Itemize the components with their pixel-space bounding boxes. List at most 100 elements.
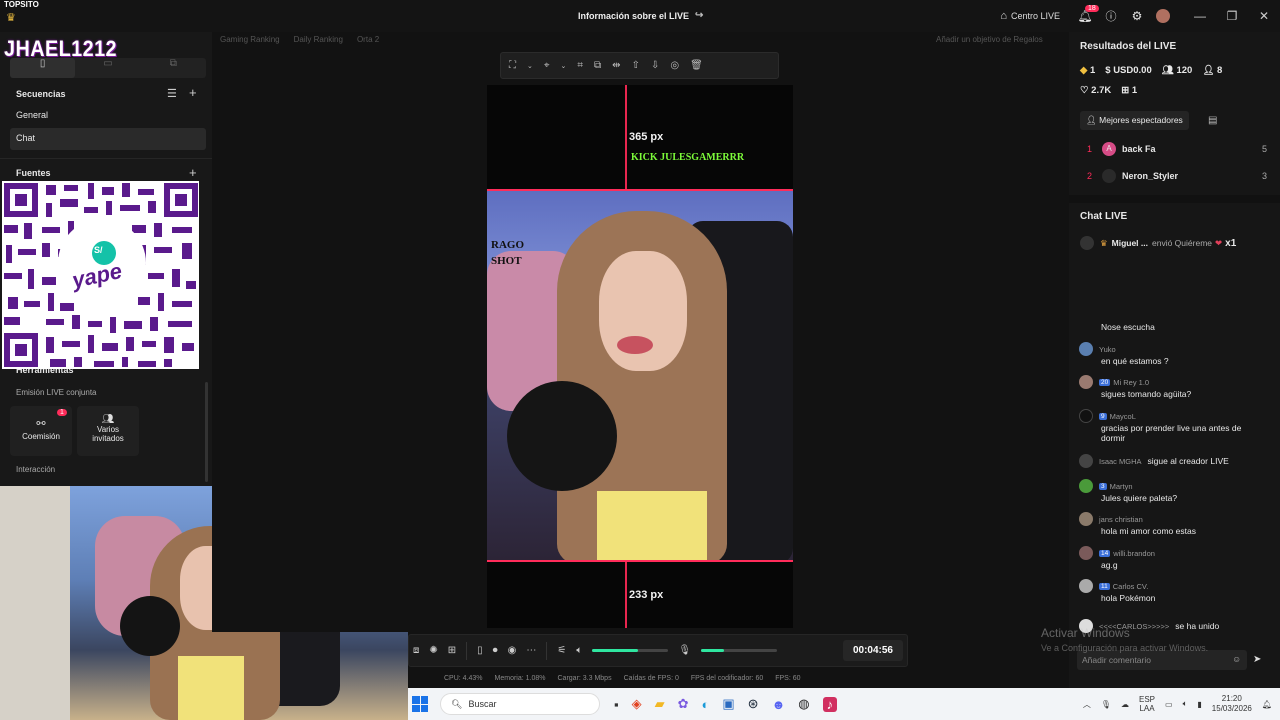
minimize-button[interactable]: —	[1184, 9, 1216, 23]
settings-gear-icon[interactable]: ⚙	[1124, 9, 1150, 23]
record-icon[interactable]: ⏺	[493, 645, 498, 656]
kick-overlay-text: KICK JULESGAMERRR	[631, 152, 745, 163]
help-icon[interactable]: ⓘ	[1098, 8, 1124, 24]
volume-icon[interactable]: 🔈︎	[1183, 699, 1188, 709]
layer-up-icon[interactable]: ⇧	[632, 60, 640, 71]
notification-bell-icon[interactable]: 🔔︎	[1262, 700, 1272, 709]
effects-icon[interactable]: ✺	[429, 645, 437, 656]
bottom-guide-line	[625, 562, 627, 628]
ranking-chips: Gaming Ranking Daily Ranking Orta 2	[220, 35, 379, 44]
chip-orta[interactable]: Orta 2	[357, 35, 379, 44]
more-icon[interactable]: ⋯	[526, 645, 536, 656]
add-media-icon[interactable]: ⊞	[448, 645, 456, 656]
multi-layout-tab[interactable]: ⧉	[141, 58, 206, 78]
copilot-icon[interactable]: ✿	[678, 696, 689, 712]
message-text: ag.g	[1101, 560, 1118, 570]
control-bar: ⧈ ✺ ⊞ ▯ ⏺ ◉ ⋯ ⚟ 🔈︎ 🎙︎ 00:04:56	[408, 634, 908, 667]
avatar	[1079, 342, 1093, 356]
comment-input[interactable]: Añadir comentario ☺	[1077, 650, 1247, 670]
mic-slider[interactable]	[701, 649, 778, 652]
chat-message[interactable]: 14 willi.brandon ag.g	[1079, 546, 1264, 570]
steam-icon[interactable]: ⊛	[748, 696, 759, 712]
chip-gaming-ranking[interactable]: Gaming Ranking	[220, 35, 280, 44]
folder-icon[interactable]: ▰	[655, 696, 665, 712]
list-icon[interactable]: ☰	[167, 87, 177, 100]
taskbar-search[interactable]: 🔍︎ Buscar	[440, 693, 600, 715]
brave-icon[interactable]: ◈	[632, 696, 642, 712]
cohost-button[interactable]: ⚯ Coemisión 1	[10, 406, 72, 456]
user-avatar[interactable]	[1156, 9, 1170, 23]
chevron-down-icon[interactable]: ⌄	[527, 62, 533, 70]
position-icon[interactable]: ⌖	[544, 60, 550, 71]
volume-slider[interactable]	[592, 649, 669, 652]
mixer-icon[interactable]: ⚟	[557, 645, 566, 656]
crop-icon[interactable]: ⌗	[577, 60, 583, 71]
chevron-down-icon[interactable]: ⌄	[561, 62, 567, 70]
centro-live-button[interactable]: ⌂ Centro LIVE	[1000, 10, 1060, 22]
multi-guest-button[interactable]: 👥︎ Varios invitados	[77, 406, 139, 456]
document-icon[interactable]: ▤	[1208, 115, 1217, 126]
language-indicator[interactable]: ESP LAA	[1139, 695, 1155, 713]
cloud-icon[interactable]: ☁	[1121, 700, 1129, 709]
obs-icon[interactable]: ◍	[798, 696, 809, 712]
chat-message[interactable]: 3 Martyn Jules quiere paleta?	[1079, 479, 1264, 503]
add-sequence-icon[interactable]: +	[189, 85, 197, 100]
selected-video-source[interactable]: RAGO SHOT	[487, 189, 793, 562]
store-icon[interactable]: ▣	[722, 696, 734, 712]
notifications-button[interactable]: 🔔︎ 18	[1072, 5, 1099, 23]
windows-start-icon[interactable]	[412, 696, 428, 712]
diamond-icon: ◆	[1080, 65, 1088, 76]
network-icon[interactable]: ▭	[1165, 700, 1173, 709]
followers-stat: 👤︎ 8	[1202, 65, 1223, 76]
top-viewer-row[interactable]: 2 Neron_Styler 3	[1087, 169, 1267, 183]
task-view-icon[interactable]: ▪	[614, 697, 619, 712]
live-info-title: Información sobre el LIVE	[578, 10, 690, 21]
screen-record-icon[interactable]: ⧈	[413, 645, 419, 656]
filter-icon[interactable]: ◎	[670, 60, 679, 71]
avatar	[1079, 546, 1093, 560]
clock[interactable]: 21:20 15/03/2026	[1212, 694, 1252, 714]
top-viewer-row[interactable]: 1 A back Fa 5	[1087, 142, 1267, 156]
top-viewers-tab[interactable]: 👤︎ Mejores espectadores	[1080, 111, 1189, 130]
add-gift-goal-chip[interactable]: Añadir un objetivo de Regalos	[936, 35, 1043, 44]
message-text: gracias por prender live una antes de do…	[1101, 423, 1242, 443]
chevron-up-icon[interactable]: ︿	[1083, 699, 1091, 710]
edge-icon[interactable]: ◐	[702, 697, 710, 712]
mic-tray-icon[interactable]: 🎙︎	[1101, 700, 1111, 709]
battery-icon[interactable]: ▮	[1197, 700, 1201, 709]
discord-icon[interactable]: ☻	[772, 697, 786, 712]
message-user: Yuko	[1099, 344, 1116, 354]
add-user-icon: 👤︎	[1202, 65, 1215, 76]
activation-watermark-text: Ve a Configuración para activar Windows.	[1041, 643, 1209, 653]
chat-message[interactable]: 9 MaycoL gracias por prender live una ant…	[1079, 409, 1264, 443]
fit-icon[interactable]: ⛶	[509, 60, 516, 71]
sequence-item-chat[interactable]: Chat	[10, 128, 206, 150]
chip-daily-ranking[interactable]: Daily Ranking	[294, 35, 343, 44]
scrollbar[interactable]	[205, 382, 208, 482]
chat-message[interactable]: 11 Carlos CV. hola Pokémon	[1079, 579, 1264, 603]
send-icon[interactable]: ➤	[1253, 654, 1261, 665]
chat-message[interactable]: Nose escucha	[1079, 316, 1264, 332]
message-text: hola Pokémon	[1101, 593, 1156, 603]
live-info-button[interactable]: Información sobre el LIVE ↪	[578, 10, 703, 21]
capture-icon[interactable]: ◉	[508, 645, 517, 656]
delete-icon[interactable]: 🗑︎	[690, 60, 703, 71]
person-top	[597, 491, 707, 560]
close-button[interactable]: ✕	[1248, 9, 1280, 23]
add-source-icon[interactable]: +	[189, 165, 197, 180]
sequence-item-general[interactable]: General	[10, 106, 206, 126]
level-badge: 9	[1099, 412, 1107, 420]
tiktok-live-icon[interactable]: ♪	[822, 696, 838, 712]
speaker-icon[interactable]: 🔈︎	[576, 645, 582, 656]
flip-icon[interactable]: ⇹	[612, 60, 620, 71]
copy-icon[interactable]: ⧉	[594, 60, 601, 71]
layer-down-icon[interactable]: ⇩	[651, 60, 659, 71]
chat-message[interactable]: 20 Mi Rey 1.0 sigues tomando agüita?	[1079, 375, 1264, 399]
emoji-icon[interactable]: ☺	[1232, 654, 1241, 664]
portrait-icon[interactable]: ▯	[477, 645, 483, 656]
microphone-icon[interactable]: 🎙︎	[678, 645, 691, 656]
chat-message[interactable]: Yuko en qué estamos ?	[1079, 342, 1264, 366]
chat-message[interactable]: Isaac MGHA sigue al creador LIVE	[1079, 454, 1264, 468]
chat-message[interactable]: jans christian hola mi amor como estas	[1079, 512, 1264, 536]
maximize-button[interactable]: ❐	[1216, 9, 1248, 23]
